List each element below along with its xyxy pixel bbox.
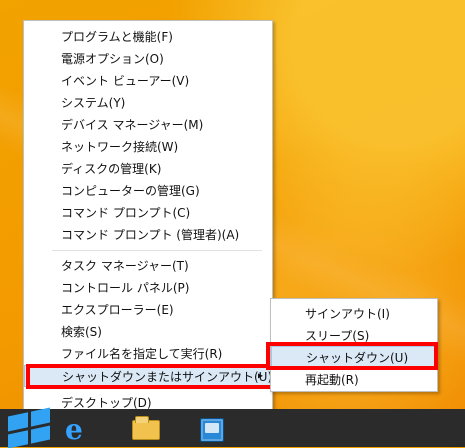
winx-menu: プログラムと機能(F) 電源オプション(O) イベント ビューアー(V) システ… xyxy=(23,20,273,414)
menu-item-file-explorer[interactable]: エクスプローラー(E) xyxy=(24,298,272,320)
menu-item-disk-management[interactable]: ディスクの管理(K) xyxy=(24,157,272,179)
menu-item-control-panel[interactable]: コントロール パネル(P) xyxy=(24,276,272,298)
windows-start-icon[interactable] xyxy=(8,407,50,448)
menu-item-search[interactable]: 検索(S) xyxy=(24,320,272,342)
menu-item-task-manager[interactable]: タスク マネージャー(T) xyxy=(24,254,272,276)
menu-item-device-manager[interactable]: デバイス マネージャー(M) xyxy=(24,113,272,135)
control-panel-icon[interactable] xyxy=(190,412,230,444)
menu-separator xyxy=(52,250,262,251)
menu-item-command-prompt-admin[interactable]: コマンド プロンプト (管理者)(A) xyxy=(24,223,272,245)
folder-icon xyxy=(132,416,160,440)
internet-explorer-icon[interactable]: e xyxy=(56,412,96,446)
submenu-item-sign-out[interactable]: サインアウト(I) xyxy=(271,302,437,324)
submenu-item-restart[interactable]: 再起動(R) xyxy=(271,368,437,390)
menu-item-programs-and-features[interactable]: プログラムと機能(F) xyxy=(24,25,272,47)
menu-item-computer-management[interactable]: コンピューターの管理(G) xyxy=(24,179,272,201)
highlight-outline-shutdown xyxy=(266,342,438,370)
highlight-outline-shutdown-or-sign-out xyxy=(26,364,274,389)
file-explorer-icon[interactable] xyxy=(124,412,164,444)
monitor-icon xyxy=(200,418,224,442)
taskbar: e xyxy=(0,407,465,448)
menu-item-power-options[interactable]: 電源オプション(O) xyxy=(24,47,272,69)
menu-item-system[interactable]: システム(Y) xyxy=(24,91,272,113)
menu-item-network-connections[interactable]: ネットワーク接続(W) xyxy=(24,135,272,157)
menu-item-command-prompt[interactable]: コマンド プロンプト(C) xyxy=(24,201,272,223)
menu-item-run[interactable]: ファイル名を指定して実行(R) xyxy=(24,342,272,364)
menu-item-event-viewer[interactable]: イベント ビューアー(V) xyxy=(24,69,272,91)
